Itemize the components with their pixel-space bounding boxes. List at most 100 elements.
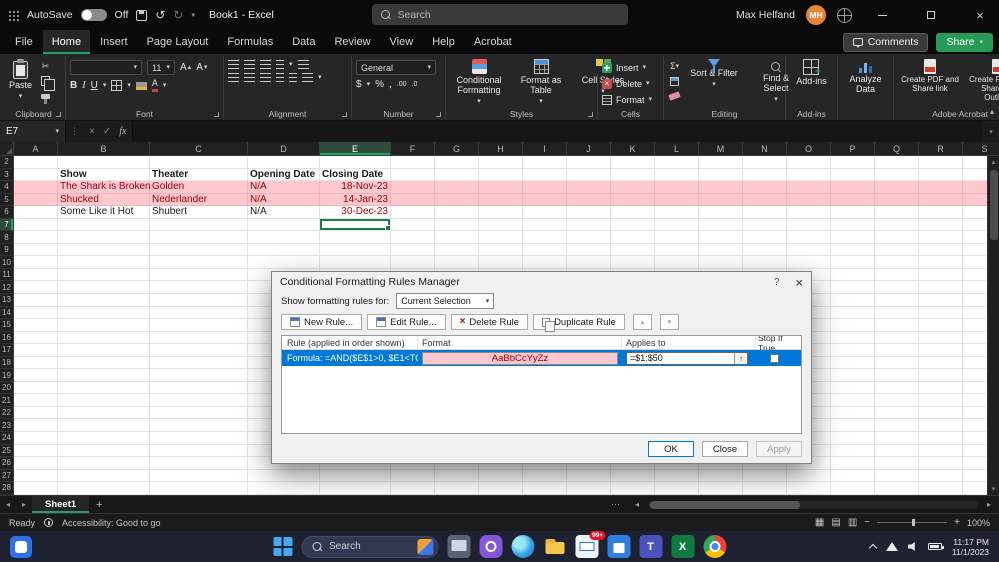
mail-icon[interactable]: 99+ xyxy=(575,535,598,558)
cell-Q25[interactable] xyxy=(875,445,919,458)
tab-acrobat[interactable]: Acrobat xyxy=(465,30,521,54)
zoom-in-button[interactable]: + xyxy=(954,517,960,528)
cell-B18[interactable] xyxy=(58,357,150,370)
cell-C19[interactable] xyxy=(150,369,248,382)
cell-C2[interactable] xyxy=(150,156,248,169)
cell-Q26[interactable] xyxy=(875,457,919,470)
cell-P28[interactable] xyxy=(831,482,875,495)
cell-O7[interactable] xyxy=(787,219,831,232)
cell-L2[interactable] xyxy=(655,156,699,169)
cell-P26[interactable] xyxy=(831,457,875,470)
row-header-10[interactable]: 10 xyxy=(0,256,14,269)
horizontal-scrollbar[interactable] xyxy=(648,501,978,509)
scope-select[interactable]: Current Selection▾ xyxy=(396,293,494,309)
shrink-font-button[interactable]: A▾ xyxy=(196,62,207,73)
zoom-out-button[interactable]: − xyxy=(864,517,870,528)
row-header-22[interactable]: 22 xyxy=(0,407,14,420)
cell-R16[interactable] xyxy=(919,332,963,345)
cell-P23[interactable] xyxy=(831,419,875,432)
cell-M8[interactable] xyxy=(699,231,743,244)
cell-P3[interactable] xyxy=(831,169,875,182)
column-header-G[interactable]: G xyxy=(435,142,479,155)
cell-B21[interactable] xyxy=(58,394,150,407)
cell-G2[interactable] xyxy=(435,156,479,169)
cell-B28[interactable] xyxy=(58,482,150,495)
row-header-20[interactable]: 20 xyxy=(0,382,14,395)
cell-A14[interactable] xyxy=(14,307,58,320)
cell-R24[interactable] xyxy=(919,432,963,445)
cell-A11[interactable] xyxy=(14,269,58,282)
cell-A4[interactable] xyxy=(14,181,58,194)
column-header-S[interactable]: S xyxy=(963,142,999,155)
cell-P9[interactable] xyxy=(831,244,875,257)
cell-F6[interactable] xyxy=(391,206,435,219)
dialog-close-button[interactable]: × xyxy=(795,275,803,290)
row-header-24[interactable]: 24 xyxy=(0,432,14,445)
align-top-button[interactable] xyxy=(228,60,239,69)
close-button[interactable]: × xyxy=(961,0,999,30)
cell-A10[interactable] xyxy=(14,256,58,269)
cell-P19[interactable] xyxy=(831,369,875,382)
loop-icon[interactable] xyxy=(479,535,502,558)
cell-A23[interactable] xyxy=(14,419,58,432)
cell-I6[interactable] xyxy=(523,206,567,219)
cell-B25[interactable] xyxy=(58,445,150,458)
cell-P13[interactable] xyxy=(831,294,875,307)
cell-A18[interactable] xyxy=(14,357,58,370)
cell-H4[interactable] xyxy=(479,181,523,194)
cell-A26[interactable] xyxy=(14,457,58,470)
cell-B7[interactable] xyxy=(58,219,150,232)
cell-F3[interactable] xyxy=(391,169,435,182)
tab-page-layout[interactable]: Page Layout xyxy=(138,30,218,54)
previous-sheet-icon[interactable]: ◂ xyxy=(0,500,16,509)
cell-G4[interactable] xyxy=(435,181,479,194)
page-break-view-button[interactable]: ▥ xyxy=(848,517,857,528)
tab-home[interactable]: Home xyxy=(43,30,90,54)
orientation-button[interactable] xyxy=(276,60,284,69)
cell-P24[interactable] xyxy=(831,432,875,445)
row-header-9[interactable]: 9 xyxy=(0,244,14,257)
minimize-button[interactable] xyxy=(863,0,901,30)
column-header-M[interactable]: M xyxy=(699,142,743,155)
cell-B19[interactable] xyxy=(58,369,150,382)
zoom-slider[interactable] xyxy=(877,522,947,523)
cell-F7[interactable] xyxy=(391,219,435,232)
cell-O28[interactable] xyxy=(787,482,831,495)
cell-I27[interactable] xyxy=(523,470,567,483)
cell-C15[interactable] xyxy=(150,319,248,332)
cell-M7[interactable] xyxy=(699,219,743,232)
column-header-H[interactable]: H xyxy=(479,142,523,155)
cell-Q20[interactable] xyxy=(875,382,919,395)
cell-B2[interactable] xyxy=(58,156,150,169)
cell-K10[interactable] xyxy=(611,256,655,269)
cell-G27[interactable] xyxy=(435,470,479,483)
column-header-N[interactable]: N xyxy=(743,142,787,155)
cell-M6[interactable] xyxy=(699,206,743,219)
cell-O10[interactable] xyxy=(787,256,831,269)
cell-R10[interactable] xyxy=(919,256,963,269)
cell-E5[interactable]: 14-Jan-23 xyxy=(320,194,391,207)
cell-Q28[interactable] xyxy=(875,482,919,495)
tab-view[interactable]: View xyxy=(381,30,423,54)
cell-H10[interactable] xyxy=(479,256,523,269)
cell-Q13[interactable] xyxy=(875,294,919,307)
cell-K5[interactable] xyxy=(611,194,655,207)
cell-H2[interactable] xyxy=(479,156,523,169)
cell-P8[interactable] xyxy=(831,231,875,244)
merge-dropdown-icon[interactable]: ▾ xyxy=(318,74,322,81)
cell-B6[interactable]: Some Like it Hot xyxy=(58,206,150,219)
cell-K6[interactable] xyxy=(611,206,655,219)
insert-button[interactable]: Insert▾ xyxy=(602,60,652,75)
cell-B13[interactable] xyxy=(58,294,150,307)
cell-L3[interactable] xyxy=(655,169,699,182)
paste-button[interactable]: Paste ▾ xyxy=(6,57,35,102)
cell-Q10[interactable] xyxy=(875,256,919,269)
cell-D3[interactable]: Opening Date xyxy=(248,169,320,182)
column-header-R[interactable]: R xyxy=(919,142,963,155)
new-sheet-button[interactable]: + xyxy=(89,499,109,511)
sort-filter-button[interactable]: Sort & Filter ▾ xyxy=(685,57,743,90)
cell-M9[interactable] xyxy=(699,244,743,257)
cell-Q15[interactable] xyxy=(875,319,919,332)
cell-Q3[interactable] xyxy=(875,169,919,182)
vertical-scrollbar[interactable]: ▴ ▾ xyxy=(987,156,999,495)
